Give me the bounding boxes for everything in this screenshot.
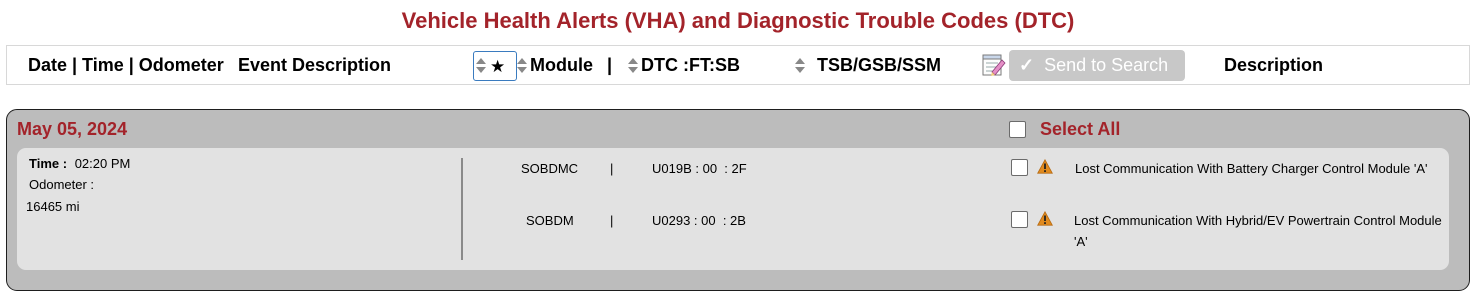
check-icon: ✓	[1019, 55, 1035, 75]
event-time: Time : 02:20 PM	[29, 156, 130, 171]
header-event-description[interactable]: Event Description	[238, 55, 391, 76]
header-dtc[interactable]: DTC :FT:SB	[628, 55, 740, 76]
warning-icon	[1037, 211, 1053, 226]
header-module-separator: |	[607, 55, 613, 75]
header-module-label: Module	[530, 55, 593, 75]
sort-arrows-icon	[517, 58, 527, 74]
row-description: Lost Communication With Hybrid/EV Powert…	[1074, 213, 1442, 249]
page-title: Vehicle Health Alerts (VHA) and Diagnost…	[401, 8, 1075, 33]
sort-arrows-icon	[795, 58, 805, 74]
favorite-sort-button[interactable]: ★	[473, 51, 517, 81]
time-label: Time :	[29, 156, 68, 171]
group-date: May 05, 2024	[17, 119, 128, 139]
select-all-checkbox[interactable]	[1009, 121, 1026, 138]
event-card: Time : 02:20 PM Odometer : 16465 mi SOBD…	[17, 148, 1449, 270]
column-header-bar: Date | Time | Odometer Event Description…	[6, 45, 1470, 85]
row-dtc-code[interactable]: U0293 : 00 : 2B	[652, 213, 746, 228]
header-description: Description	[1224, 55, 1324, 75]
row-checkbox[interactable]	[1011, 159, 1028, 176]
header-dtc-label: DTC :FT:SB	[641, 55, 740, 75]
star-icon: ★	[490, 56, 506, 76]
row-separator: |	[610, 213, 614, 228]
notepad-edit-icon[interactable]	[980, 52, 1006, 78]
odometer-value: 16465 mi	[26, 199, 80, 214]
date-group-panel: May 05, 2024 Select All Time : 02:20 PM …	[6, 109, 1470, 291]
column-divider	[461, 158, 463, 260]
row-module: SOBDM	[526, 213, 574, 228]
header-tsb[interactable]: TSB/GSB/SSM	[795, 55, 941, 76]
header-module[interactable]: Module	[517, 55, 593, 76]
odometer-label: Odometer :	[29, 177, 95, 192]
select-all-label[interactable]: Select All	[1040, 119, 1120, 140]
row-checkbox[interactable]	[1011, 211, 1028, 228]
row-dtc-code[interactable]: U019B : 00 : 2F	[652, 161, 747, 176]
warning-icon	[1037, 159, 1053, 174]
row-module: SOBDMC	[521, 161, 579, 176]
header-tsb-label: TSB/GSB/SSM	[817, 55, 942, 75]
row-description: Lost Communication With Battery Charger …	[1075, 161, 1428, 176]
select-all-control[interactable]: Select All	[1009, 119, 1120, 140]
send-to-search-label: Send to Search	[1044, 55, 1169, 75]
sort-arrows-icon	[628, 58, 638, 74]
sort-arrows-icon	[476, 58, 486, 74]
header-date-time-odometer[interactable]: Date | Time | Odometer	[28, 55, 224, 76]
row-separator: |	[610, 161, 614, 176]
send-to-search-button[interactable]: ✓ Send to Search	[1009, 50, 1185, 81]
time-value: 02:20 PM	[74, 156, 131, 171]
